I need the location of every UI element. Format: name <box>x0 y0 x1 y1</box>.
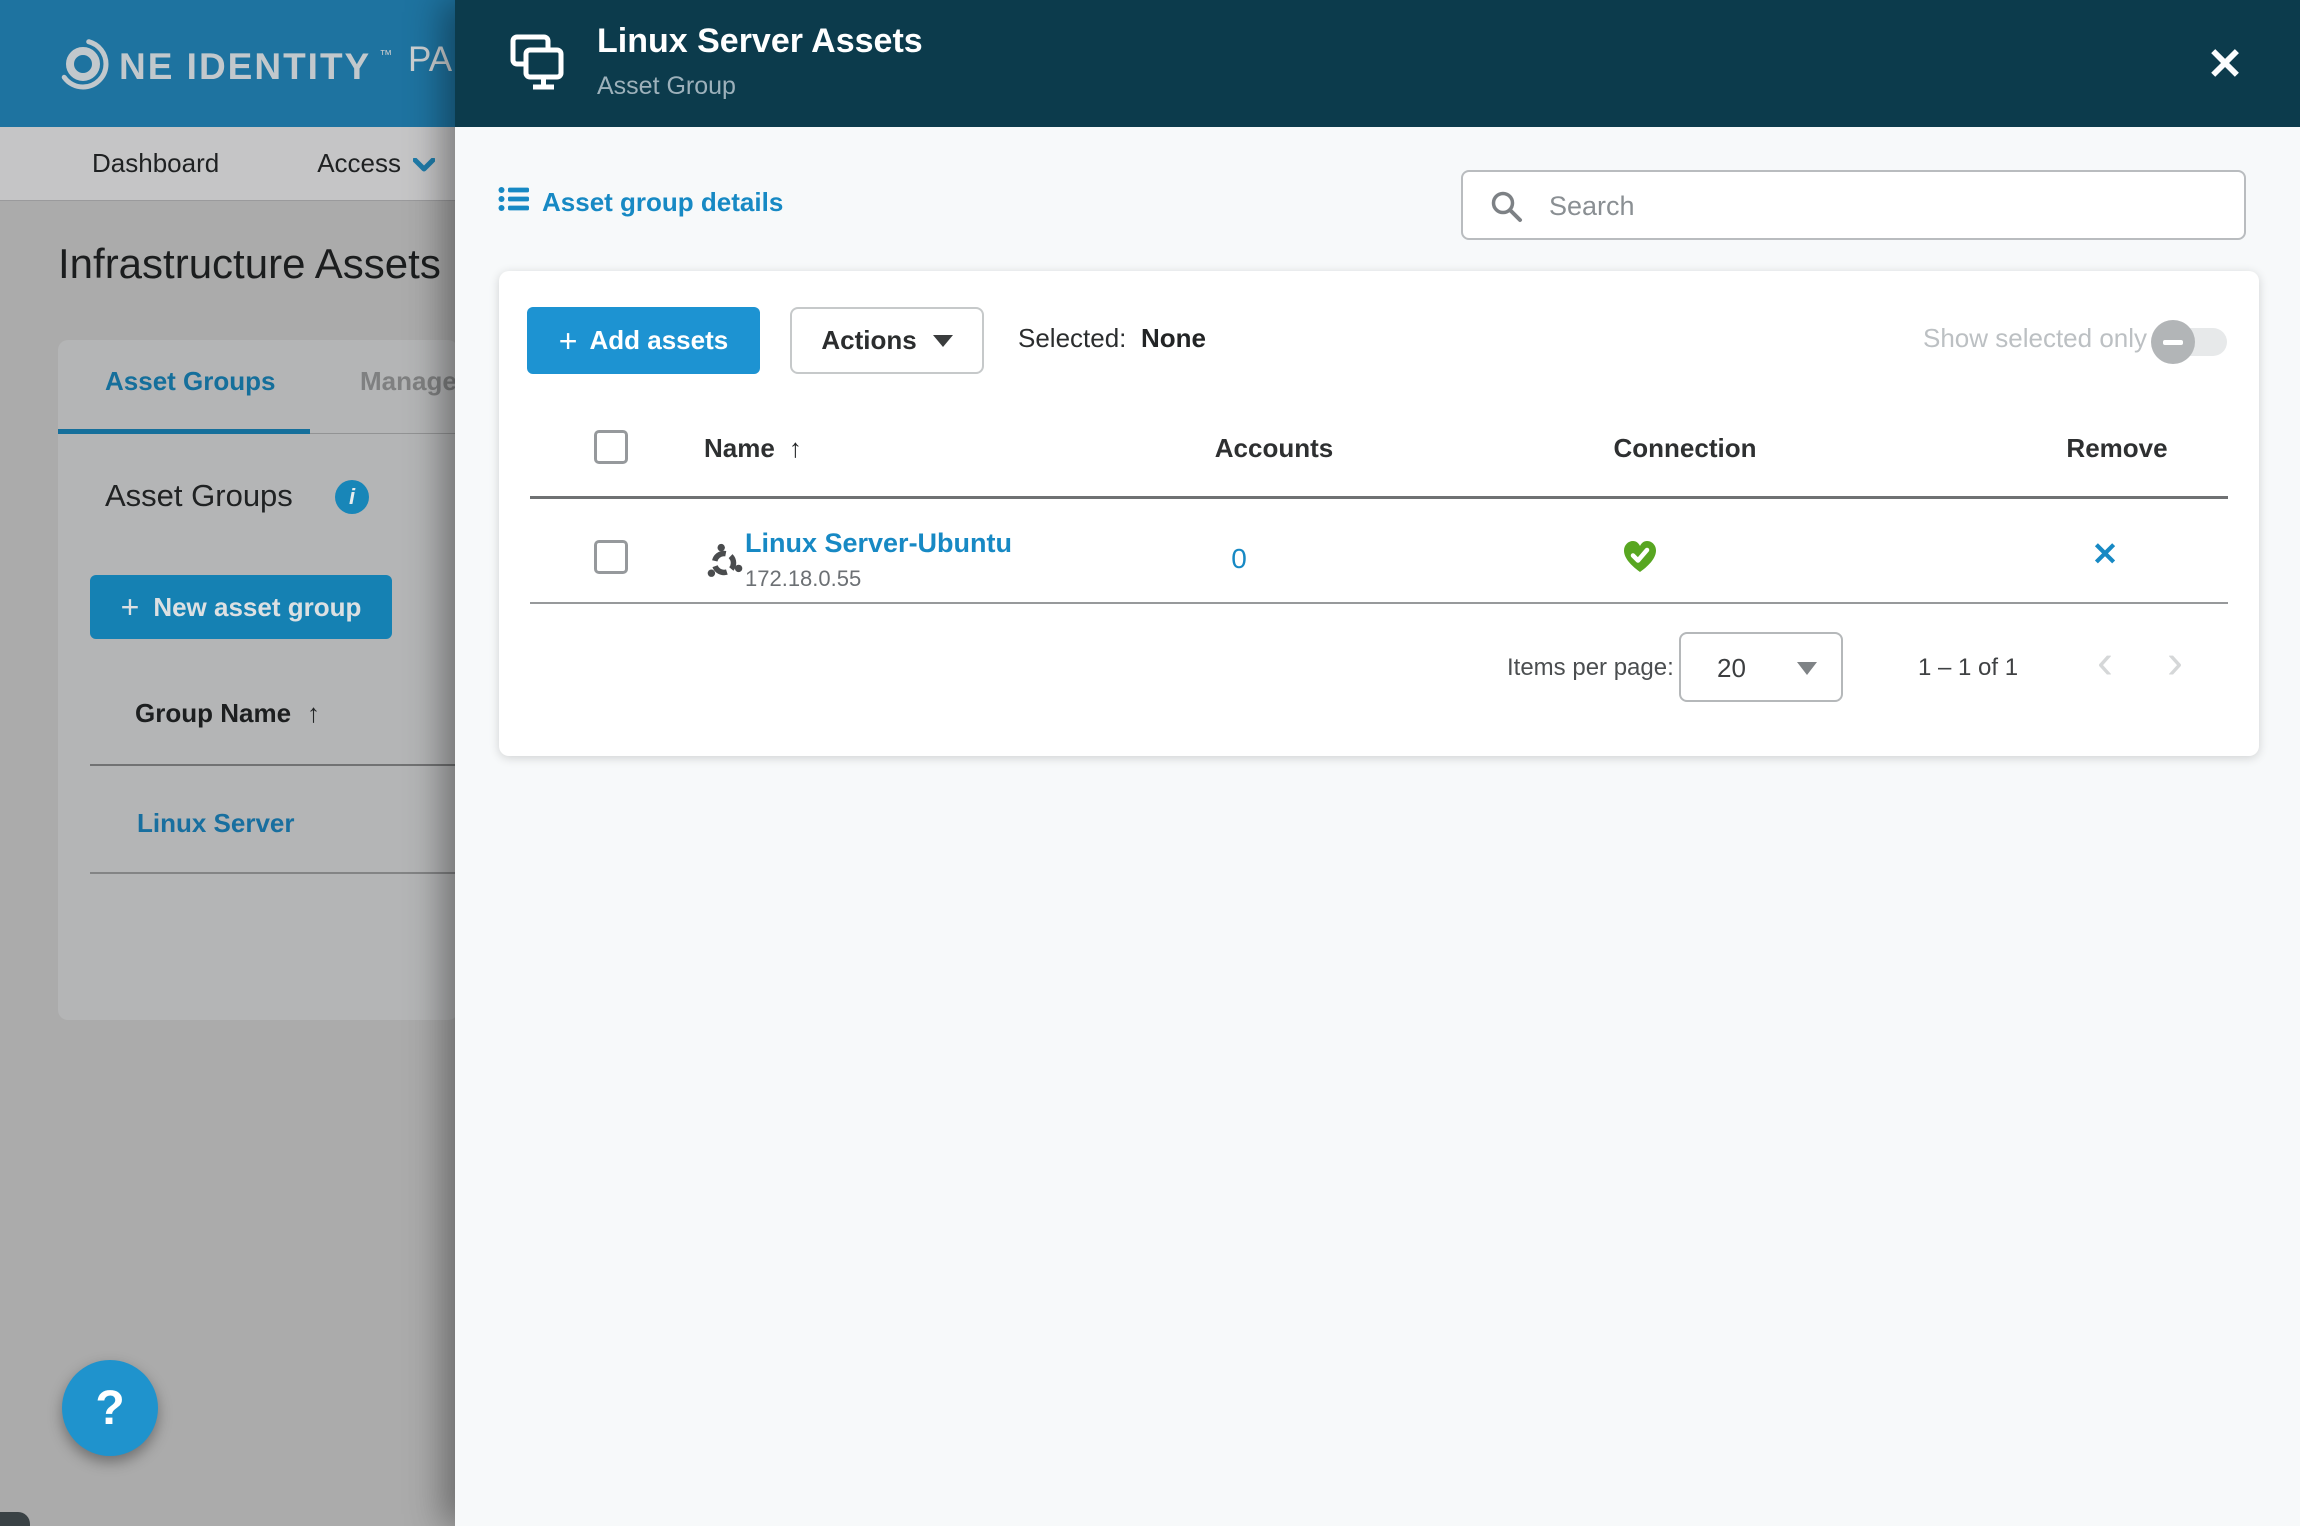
divider <box>90 764 458 766</box>
help-button[interactable]: ? <box>62 1360 158 1456</box>
tab-asset-groups[interactable]: Asset Groups <box>105 366 276 397</box>
chevron-right-icon: › <box>2167 636 2183 689</box>
one-identity-ring-icon <box>55 36 111 97</box>
selected-label: Selected: <box>1018 323 1127 353</box>
pagination-range: 1 – 1 of 1 <box>1918 654 2019 681</box>
asset-group-details-link[interactable]: Asset group details <box>498 185 783 220</box>
new-asset-group-button[interactable]: + New asset group <box>90 575 392 639</box>
column-header-remove: Remove <box>2066 433 2168 463</box>
asset-group-monitors-icon <box>503 30 565 97</box>
nav-access-label: Access <box>317 148 402 178</box>
column-header-name[interactable]: Name ↑ <box>704 433 802 464</box>
column-header-accounts[interactable]: Accounts <box>1174 433 1374 464</box>
details-list-icon <box>498 185 530 220</box>
asset-ip-address: 172.18.0.55 <box>745 566 862 591</box>
column-header-connection[interactable]: Connection <box>1585 433 1785 464</box>
nav-item-dashboard[interactable]: Dashboard <box>92 148 219 179</box>
close-button[interactable]: ✕ <box>2191 30 2259 98</box>
name-header-label: Name <box>704 433 775 463</box>
panel-header: Linux Server Assets Asset Group ✕ <box>455 0 2300 127</box>
brand-trademark: ™ <box>379 47 393 62</box>
table-header-divider <box>530 496 2228 499</box>
ubuntu-logo-icon <box>705 543 743 586</box>
search-icon <box>1491 191 1522 222</box>
group-row-linux-server[interactable]: Linux Server <box>137 808 295 839</box>
section-heading: Asset Groups <box>105 478 293 513</box>
sort-ascending-icon: ↑ <box>788 433 802 463</box>
items-per-page-label: Items per page: <box>1507 654 1674 681</box>
info-icon[interactable]: i <box>335 480 369 514</box>
items-per-page-select[interactable]: 20 <box>1679 632 1843 702</box>
caret-down-icon <box>1797 662 1817 675</box>
show-selected-only-toggle[interactable] <box>2151 320 2227 364</box>
caret-down-icon <box>932 334 953 347</box>
plus-icon: + <box>120 589 140 625</box>
asset-name-link[interactable]: Linux Server-Ubuntu <box>745 528 1012 559</box>
toggle-knob <box>2151 320 2195 364</box>
actions-dropdown-button[interactable]: Actions <box>790 307 984 374</box>
asset-accounts-count[interactable]: 0 <box>1139 543 1339 575</box>
chevron-left-icon: ‹ <box>2097 636 2113 689</box>
one-identity-logo: NE IDENTITY ™ <box>55 36 392 97</box>
remove-x-icon: ✕ <box>2091 536 2119 572</box>
search-box <box>1461 170 2246 240</box>
add-assets-label: Add assets <box>589 325 729 355</box>
actions-label: Actions <box>821 325 917 355</box>
close-icon: ✕ <box>2206 39 2244 89</box>
assets-table-card: + Add assets Actions Selected: None Show… <box>499 271 2259 756</box>
nav-dashboard-label: Dashboard <box>92 148 220 178</box>
row-checkbox[interactable] <box>594 540 628 574</box>
panel-title: Linux Server Assets <box>597 22 923 60</box>
add-assets-button[interactable]: + Add assets <box>527 307 760 374</box>
plus-icon: + <box>558 322 578 359</box>
select-all-checkbox[interactable] <box>594 430 628 464</box>
connection-healthy-heart-icon <box>1620 537 1660 582</box>
remove-asset-button[interactable]: ✕ <box>2055 535 2155 573</box>
show-selected-only-label: Show selected only <box>1923 323 2148 353</box>
group-name-column-header[interactable]: Group Name ↑ <box>135 698 320 729</box>
divider <box>90 872 458 874</box>
items-per-page-value: 20 <box>1717 653 1746 683</box>
minus-icon <box>2163 339 2183 345</box>
previous-page-button[interactable]: ‹ <box>2083 629 2127 696</box>
selected-value: None <box>1141 323 1206 353</box>
new-asset-group-label: New asset group <box>153 591 362 622</box>
asset-groups-card: Asset Groups Managed Asset Groups i + Ne… <box>58 340 473 1020</box>
chevron-down-icon <box>412 148 436 179</box>
search-input[interactable] <box>1547 174 2231 238</box>
next-page-button[interactable]: › <box>2153 629 2197 696</box>
brand-text: NE IDENTITY <box>119 45 372 87</box>
active-tab-underline <box>58 429 310 434</box>
question-mark-icon: ? <box>95 1381 125 1435</box>
sort-ascending-icon: ↑ <box>307 698 321 728</box>
asset-group-slideover-panel: Linux Server Assets Asset Group ✕ Asset … <box>455 0 2300 1526</box>
nav-item-access[interactable]: Access <box>317 148 436 179</box>
row-divider <box>530 602 2228 604</box>
corner-wedge <box>0 1512 30 1526</box>
page-title: Infrastructure Assets <box>58 240 441 287</box>
group-name-header-label: Group Name <box>135 698 292 728</box>
panel-subtitle: Asset Group <box>597 72 736 100</box>
product-name-truncated: PA <box>408 40 453 79</box>
asset-group-details-label: Asset group details <box>542 187 784 217</box>
